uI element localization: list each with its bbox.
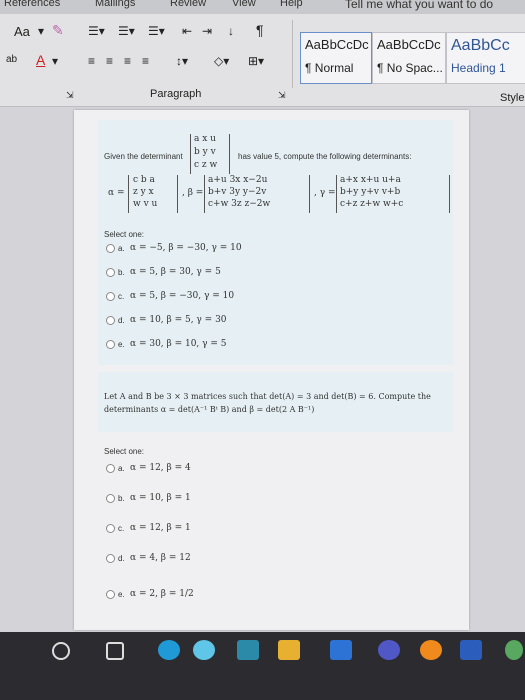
select-one-label: Select one: — [104, 230, 145, 239]
change-case-button[interactable]: Aa — [14, 24, 30, 39]
radio-button[interactable] — [106, 316, 115, 325]
pilcrow-icon[interactable]: ¶ — [256, 22, 264, 38]
highlight-icon[interactable]: ab — [6, 54, 17, 65]
taskbar — [0, 632, 525, 700]
radio-button[interactable] — [106, 292, 115, 301]
store-icon[interactable] — [237, 640, 259, 660]
firefox-icon[interactable] — [420, 640, 442, 660]
tab-references[interactable]: References — [4, 0, 60, 9]
gamma-symbol: , γ = — [314, 188, 336, 198]
chevron-down-icon[interactable]: ▾ — [38, 24, 44, 38]
question-2: Let A and B be 3 × 3 matrices such that … — [98, 372, 453, 432]
radio-button[interactable] — [106, 524, 115, 533]
radio-button[interactable] — [106, 494, 115, 503]
select-one-label: Select one: — [104, 447, 145, 456]
style-preview: AaBbCc — [451, 37, 510, 54]
tab-review[interactable]: Review — [170, 0, 206, 9]
ribbon-tabs: References Mailings Review View Help Tel… — [0, 0, 525, 14]
style-heading-1[interactable]: AaBbCc Heading 1 — [446, 32, 525, 84]
given-determinant: a x u b y v c z w — [190, 134, 230, 174]
align-center-icon[interactable]: ≡ — [106, 54, 113, 68]
search-icon[interactable] — [52, 642, 70, 660]
question-2-line-1: Let A and B be 3 × 3 matrices such that … — [104, 392, 431, 401]
mail-icon[interactable] — [278, 640, 300, 660]
question-1: Given the determinant a x u b y v c z w … — [98, 120, 453, 365]
radio-button[interactable] — [106, 464, 115, 473]
font-dialog-launcher-icon[interactable]: ⇲ — [66, 90, 74, 101]
increase-indent-icon[interactable]: ⇥ — [202, 24, 212, 38]
style-name: ¶ No Spac... — [377, 61, 443, 75]
style-normal[interactable]: AaBbCcDc ¶ Normal — [300, 32, 372, 84]
teams-icon[interactable] — [378, 640, 400, 660]
sort-icon[interactable]: ↓ — [228, 24, 234, 38]
tab-mailings[interactable]: Mailings — [95, 0, 135, 9]
clear-format-icon[interactable]: ✎ — [52, 22, 64, 39]
radio-button[interactable] — [106, 244, 115, 253]
word-icon[interactable] — [460, 640, 482, 660]
justify-icon[interactable]: ≡ — [142, 54, 149, 68]
numbering-icon[interactable]: ☰▾ — [118, 24, 135, 38]
style-name: Heading 1 — [451, 61, 506, 75]
lens-icon[interactable] — [193, 640, 215, 660]
borders-icon[interactable]: ⊞▾ — [248, 54, 264, 68]
question-1-intro: Given the determinant — [104, 152, 183, 161]
tell-me-box[interactable]: Tell me what you want to do — [345, 0, 493, 11]
screen: References Mailings Review View Help Tel… — [0, 0, 525, 700]
align-right-icon[interactable]: ≡ — [124, 54, 131, 68]
radio-button[interactable] — [106, 554, 115, 563]
gamma-determinant: a+x x+u u+a b+y y+v v+b c+z z+w w+c — [336, 175, 450, 213]
question-1-intro-tail: has value 5, compute the following deter… — [238, 152, 412, 161]
task-view-icon[interactable] — [106, 642, 124, 660]
style-preview: AaBbCcDc — [305, 37, 369, 52]
tab-view[interactable]: View — [232, 0, 256, 9]
style-preview: AaBbCcDc — [377, 37, 441, 52]
radio-button[interactable] — [106, 590, 115, 599]
line-spacing-icon[interactable]: ↕▾ — [176, 54, 188, 68]
style-no-spacing[interactable]: AaBbCcDc ¶ No Spac... — [372, 32, 446, 84]
beta-symbol: , β = — [182, 188, 204, 198]
group-label-styles: Style — [500, 92, 525, 104]
ribbon: Aa ▾ ✎ ab A ▾ ☰▾ ☰▾ ☰▾ ⇤ ⇥ ↓ ¶ ≡ ≡ ≡ ≡ ↕… — [0, 14, 525, 107]
document-page: Given the determinant a x u b y v c z w … — [74, 110, 469, 630]
decrease-indent-icon[interactable]: ⇤ — [182, 24, 192, 38]
alpha-determinant: c b a z y x w v u — [128, 175, 178, 213]
chevron-down-icon[interactable]: ▾ — [52, 54, 58, 68]
multilevel-list-icon[interactable]: ☰▾ — [148, 24, 165, 38]
edge-icon[interactable] — [158, 640, 180, 660]
shading-icon[interactable]: ◇▾ — [214, 54, 229, 68]
question-2-line-2: determinants α = det(A⁻¹ Bᵗ B) and β = d… — [104, 405, 315, 414]
tab-help[interactable]: Help — [280, 0, 303, 9]
font-color-icon[interactable]: A — [36, 52, 45, 68]
beta-determinant: a+u 3x x−2u b+v 3y y−2v c+w 3z z−2w — [204, 175, 310, 213]
align-left-icon[interactable]: ≡ — [88, 54, 95, 68]
group-label-paragraph: Paragraph — [150, 88, 202, 100]
meet-icon[interactable] — [330, 640, 352, 660]
paragraph-dialog-launcher-icon[interactable]: ⇲ — [278, 90, 286, 101]
radio-button[interactable] — [106, 268, 115, 277]
divider — [292, 20, 293, 88]
app-icon[interactable] — [505, 640, 523, 660]
style-name: ¶ Normal — [305, 61, 354, 75]
radio-button[interactable] — [106, 340, 115, 349]
alpha-symbol: α = — [108, 188, 125, 198]
bullets-icon[interactable]: ☰▾ — [88, 24, 105, 38]
